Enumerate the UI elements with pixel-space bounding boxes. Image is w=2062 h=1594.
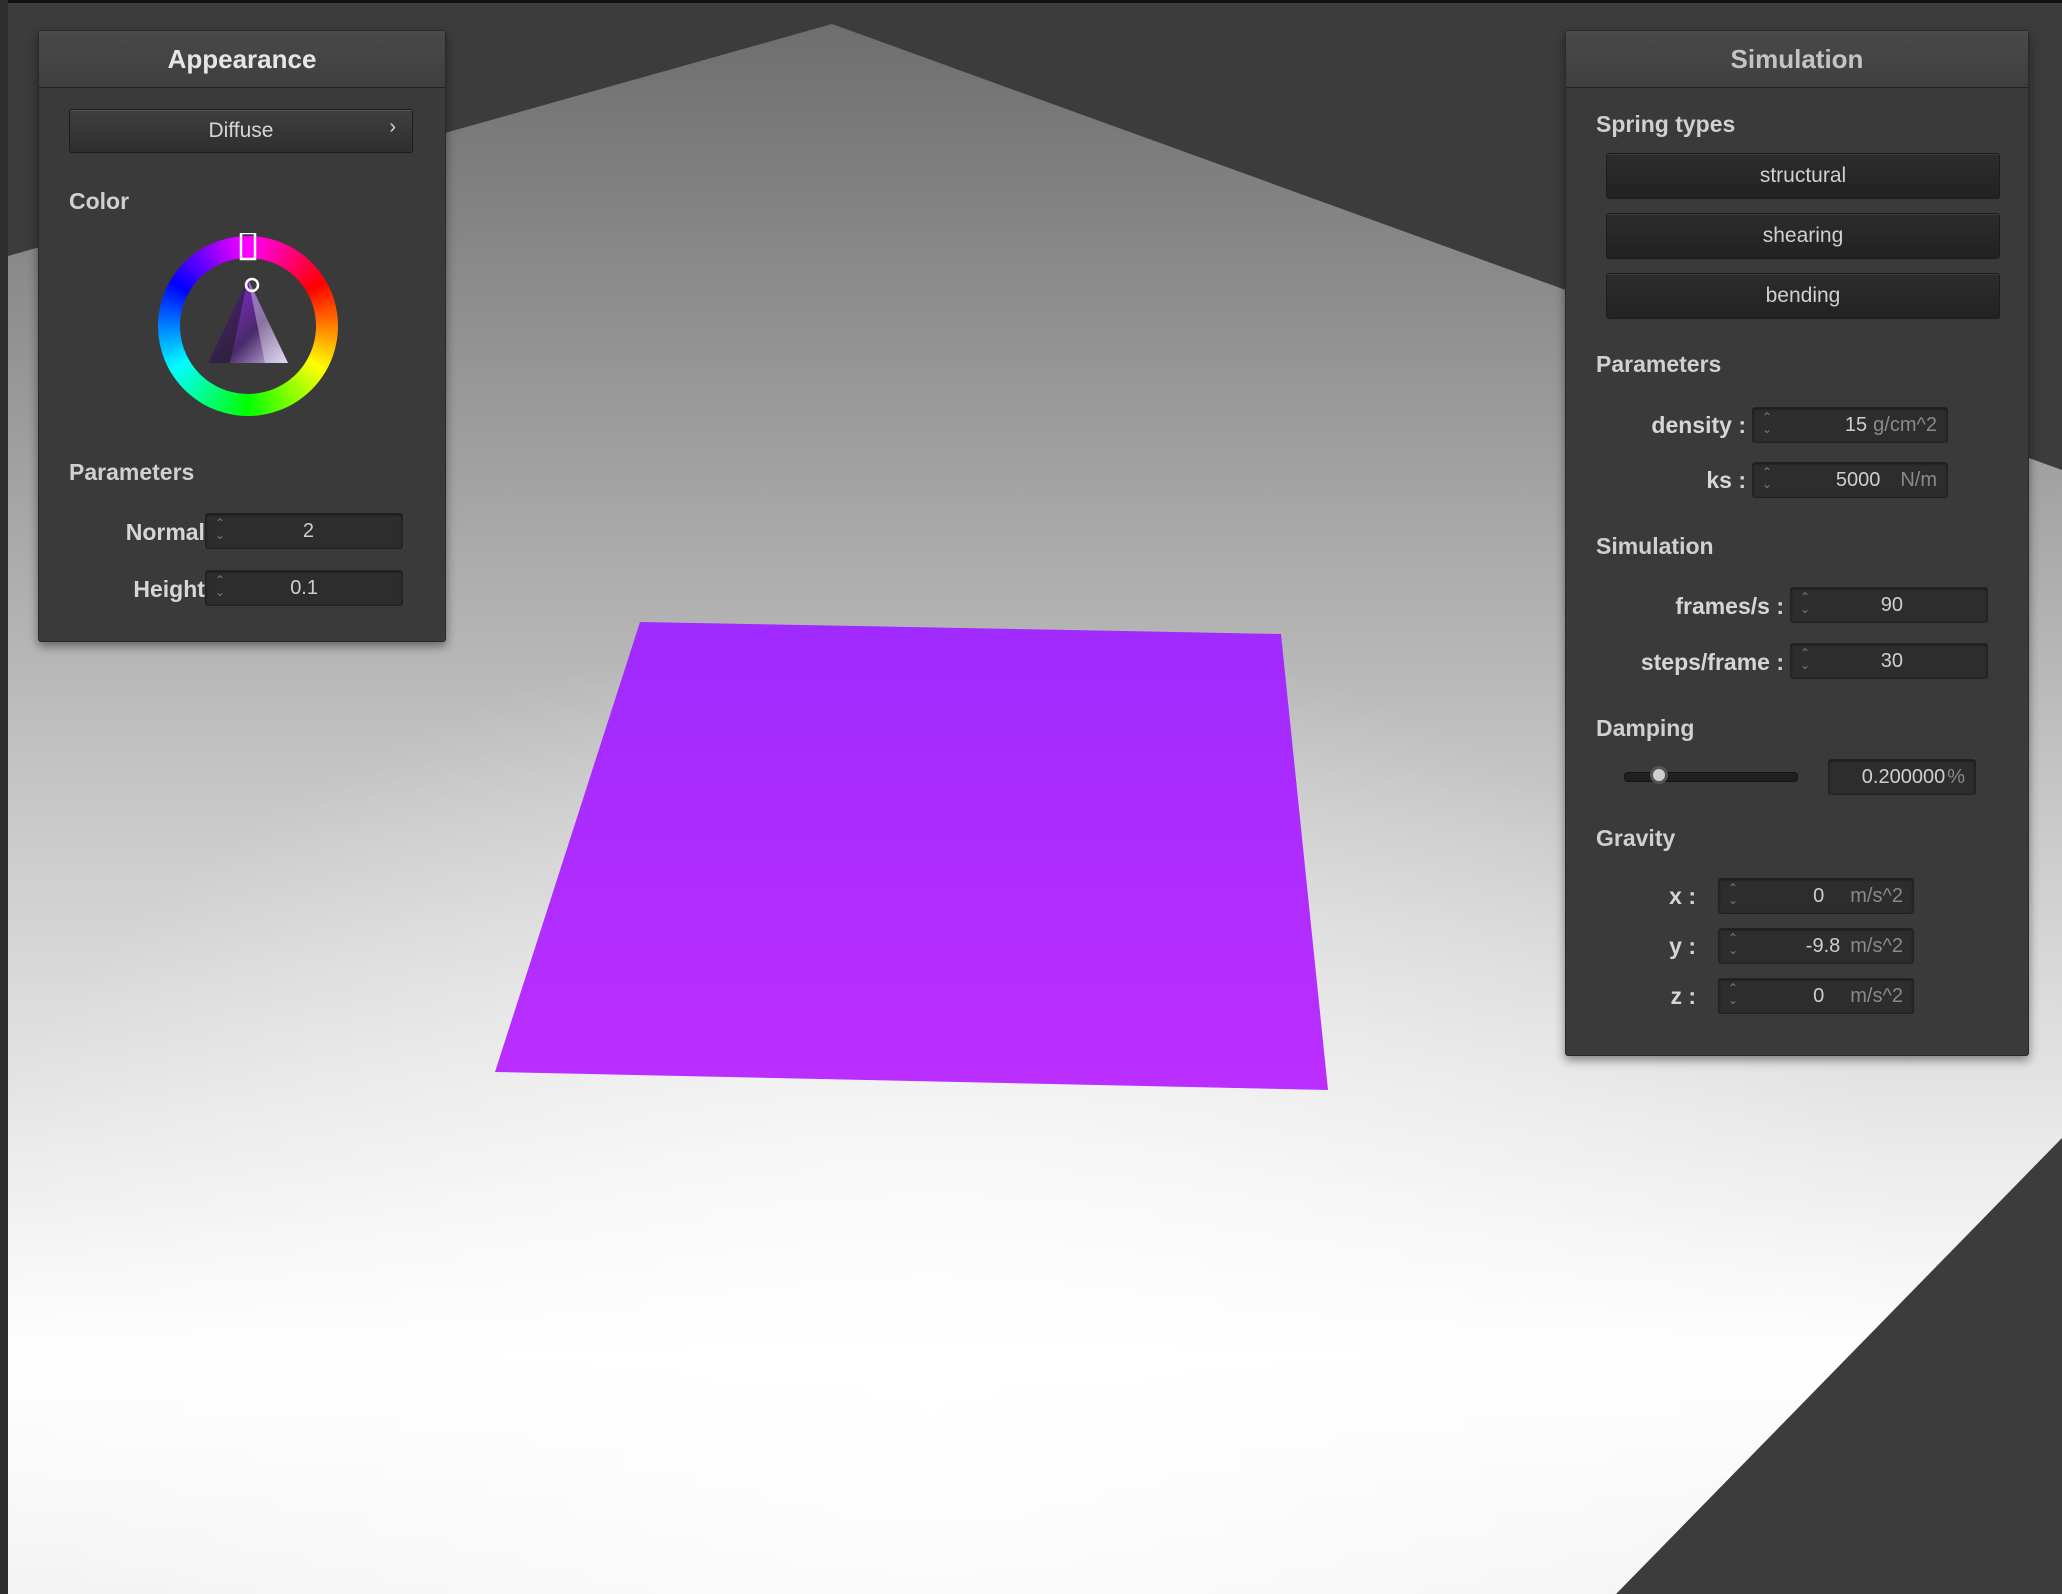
appearance-parameters-label: Parameters — [69, 459, 195, 485]
spinner-icon[interactable]: ⌃ ⌄ — [1727, 932, 1739, 956]
color-wheel[interactable] — [155, 233, 341, 419]
ks-label: ks : — [1706, 467, 1746, 493]
height-value: 0.1 — [290, 577, 318, 599]
density-input[interactable]: ⌃ ⌄ 15 g/cm^2 — [1752, 407, 1948, 443]
gravity-z-input[interactable]: ⌃ ⌄ 0 m/s^2 — [1718, 978, 1914, 1014]
structural-button[interactable]: structural — [1606, 153, 2000, 199]
spinner-icon[interactable]: ⌃ ⌄ — [1727, 882, 1739, 906]
appearance-panel: Appearance Diffuse › Color Parameters No… — [38, 30, 446, 642]
simulation-section-label: Simulation — [1596, 533, 1714, 559]
density-label: density : — [1651, 412, 1746, 438]
chevron-right-icon: › — [389, 116, 396, 138]
spring-types-label: Spring types — [1596, 111, 1736, 137]
gravity-z-label: z : — [1670, 983, 1696, 1009]
height-label: Height : — [133, 576, 219, 602]
ks-value: 5000 N/m — [1835, 469, 1937, 491]
steps-label: steps/frame : — [1640, 649, 1784, 675]
simulation-title: Simulation — [1566, 31, 2028, 88]
damping-label: Damping — [1596, 715, 1695, 741]
normal-input[interactable]: ⌃ ⌄ 2 — [205, 513, 403, 549]
sim-parameters-label: Parameters — [1596, 351, 1722, 377]
color-label: Color — [69, 188, 130, 214]
density-value: 15 g/cm^2 — [1844, 414, 1937, 436]
shader-select-label: Diffuse — [208, 119, 274, 142]
height-input[interactable]: ⌃ ⌄ 0.1 — [205, 570, 403, 606]
spinner-icon[interactable]: ⌃ ⌄ — [1727, 982, 1739, 1006]
ks-input[interactable]: ⌃ ⌄ 5000 N/m — [1752, 462, 1948, 498]
gravity-x-label: x : — [1669, 883, 1696, 909]
appearance-title: Appearance — [39, 31, 445, 88]
gravity-label: Gravity — [1596, 825, 1676, 851]
fps-value: 90 — [1880, 594, 1903, 616]
fps-input[interactable]: ⌃ ⌄ 90 — [1790, 587, 1988, 623]
steps-input[interactable]: ⌃ ⌄ 30 — [1790, 643, 1988, 679]
shader-select-button[interactable]: Diffuse › — [69, 109, 413, 153]
simulation-panel: Simulation Spring types structural shear… — [1565, 30, 2029, 1056]
spinner-icon[interactable]: ⌃ ⌄ — [214, 517, 226, 541]
gravity-y-input[interactable]: ⌃ ⌄ -9.8 m/s^2 — [1718, 928, 1914, 964]
normal-value: 2 — [302, 520, 314, 542]
damping-input[interactable]: 0.200000% — [1828, 759, 1976, 795]
gravity-y-label: y : — [1669, 933, 1696, 959]
shearing-button[interactable]: shearing — [1606, 213, 2000, 259]
steps-value: 30 — [1880, 650, 1903, 672]
spinner-icon[interactable]: ⌃ ⌄ — [1799, 591, 1811, 615]
fps-label: frames/s : — [1675, 593, 1784, 619]
bending-button[interactable]: bending — [1606, 273, 2000, 319]
gravity-x-value: 0 m/s^2 — [1813, 885, 1903, 907]
spinner-icon[interactable]: ⌃ ⌄ — [1799, 647, 1811, 671]
gravity-z-value: 0 m/s^2 — [1813, 985, 1903, 1007]
spinner-icon[interactable]: ⌃ ⌄ — [1761, 411, 1773, 435]
spinner-icon[interactable]: ⌃ ⌄ — [214, 574, 226, 598]
cloth-mesh — [495, 622, 1328, 1090]
damping-value: 0.200000% — [1861, 766, 1965, 788]
spinner-icon[interactable]: ⌃ ⌄ — [1761, 466, 1773, 490]
gravity-y-value: -9.8 m/s^2 — [1805, 935, 1903, 957]
normal-label: Normal : — [125, 519, 219, 545]
gravity-x-input[interactable]: ⌃ ⌄ 0 m/s^2 — [1718, 878, 1914, 914]
